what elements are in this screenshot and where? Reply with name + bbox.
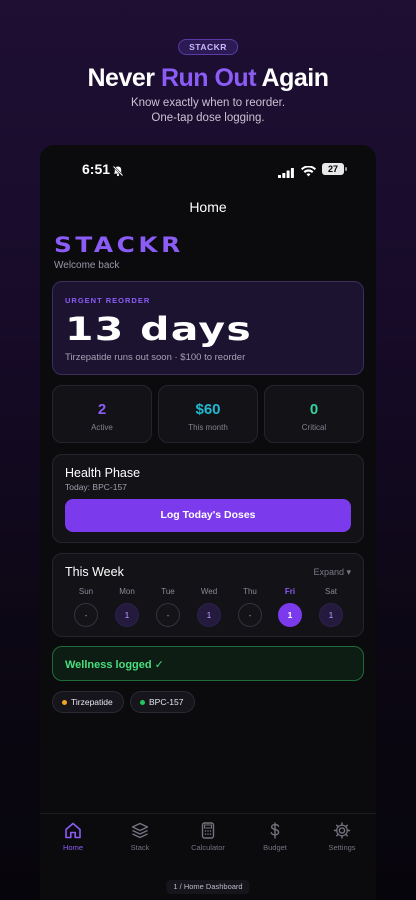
stat-this-month[interactable]: $60 This month xyxy=(158,385,258,443)
bell-slash-icon xyxy=(112,164,124,182)
tab-label: Home xyxy=(62,843,83,852)
stat-value: 0 xyxy=(309,401,319,418)
status-dot xyxy=(62,700,67,705)
day-thu[interactable]: Thu - xyxy=(235,587,265,627)
tab-label: Calculator xyxy=(191,843,225,852)
wellness-banner[interactable]: Wellness logged ✓ xyxy=(52,646,364,681)
tab-stack[interactable]: Stack xyxy=(110,822,170,852)
signal-icon xyxy=(278,165,294,183)
battery-indicator: 27 xyxy=(322,163,344,175)
welcome-text: Welcome back xyxy=(54,260,120,271)
day-name: Fri xyxy=(284,587,296,596)
tab-label: Stack xyxy=(130,843,150,852)
day-dose-count: 1 xyxy=(319,603,343,627)
tab-home[interactable]: Home xyxy=(43,822,103,852)
day-sat[interactable]: Sat 1 xyxy=(316,587,346,627)
gear-icon xyxy=(312,822,372,839)
promo-title: Never Run Out Again xyxy=(0,64,416,93)
day-mon[interactable]: Mon 1 xyxy=(112,587,142,627)
layers-icon xyxy=(110,822,170,839)
promo-subtitle-line2: One-tap dose logging. xyxy=(151,112,265,124)
urgent-reorder-card[interactable]: URGENT REORDER 13 days Tirzepatide runs … xyxy=(52,281,364,375)
chip-bpc-157[interactable]: BPC-157 xyxy=(130,691,195,713)
dollar-icon xyxy=(245,822,305,839)
day-dose-count: 1 xyxy=(278,603,302,627)
calculator-icon xyxy=(178,822,238,839)
day-name: Wed xyxy=(200,587,218,596)
promo-title-accent: Run Out xyxy=(160,64,257,92)
day-dose-count: 1 xyxy=(197,603,221,627)
urgent-subtitle: Tirzepatide runs out soon · $100 to reor… xyxy=(65,352,246,363)
day-name: Sun xyxy=(78,587,94,596)
this-week-card: This Week Expand ▾ Sun - Mon 1 Tue - Wed… xyxy=(52,553,364,637)
stat-label: Critical xyxy=(301,423,327,432)
day-name: Thu xyxy=(243,587,257,596)
phone-screen: 6:51 27 Home STACKR Welcome back URGENT … xyxy=(40,145,376,900)
status-time: 6:51 xyxy=(82,161,111,177)
day-dose-count: - xyxy=(238,603,262,627)
nav-title: Home xyxy=(189,199,227,215)
promo-badge: STACKR xyxy=(178,39,238,55)
week-title: This Week xyxy=(65,565,124,579)
promo-title-part2: Again xyxy=(256,64,329,92)
health-phase-card: Health Phase Today: BPC-157 Log Today's … xyxy=(52,454,364,543)
status-bar: 6:51 27 xyxy=(40,161,376,179)
stat-value: 2 xyxy=(97,401,107,418)
chip-label: BPC-157 xyxy=(149,697,184,707)
tab-label: Settings xyxy=(328,843,356,852)
day-wed[interactable]: Wed 1 xyxy=(194,587,224,627)
status-dot xyxy=(140,700,145,705)
expand-toggle[interactable]: Expand ▾ xyxy=(313,567,351,578)
urgent-days: 13 days xyxy=(65,310,252,348)
wellness-text: Wellness logged ✓ xyxy=(65,659,164,671)
day-dose-count: - xyxy=(74,603,98,627)
promo-subtitle-line1: Know exactly when to reorder. xyxy=(130,97,286,109)
day-name: Sat xyxy=(324,587,337,596)
day-dose-count: 1 xyxy=(115,603,139,627)
stat-value: $60 xyxy=(195,401,221,418)
stat-critical[interactable]: 0 Critical xyxy=(264,385,364,443)
app-brand: STACKR xyxy=(54,233,184,257)
day-dose-count: - xyxy=(156,603,180,627)
screen-caption: 1 / Home Dashboard xyxy=(166,880,250,894)
day-name: Mon xyxy=(119,587,135,596)
day-name: Tue xyxy=(161,587,175,596)
tab-label: Budget xyxy=(263,843,287,852)
tab-bar: Home Stack Calculator Budget Settings xyxy=(40,813,376,863)
stat-label: Active xyxy=(91,423,113,432)
log-doses-button[interactable]: Log Today's Doses xyxy=(65,499,351,532)
day-tue[interactable]: Tue - xyxy=(153,587,183,627)
day-sun[interactable]: Sun - xyxy=(71,587,101,627)
home-icon xyxy=(43,822,103,839)
urgent-label: URGENT REORDER xyxy=(65,296,151,305)
promo-subtitle: Know exactly when to reorder. One-tap do… xyxy=(0,96,416,126)
health-subtitle: Today: BPC-157 xyxy=(65,482,127,492)
chip-label: Tirzepatide xyxy=(71,697,113,707)
tab-calculator[interactable]: Calculator xyxy=(178,822,238,852)
tab-settings[interactable]: Settings xyxy=(312,822,372,852)
tab-budget[interactable]: Budget xyxy=(245,822,305,852)
promo-title-part1: Never xyxy=(87,64,161,92)
stat-label: This month xyxy=(188,423,228,432)
chip-tirzepatide[interactable]: Tirzepatide xyxy=(52,691,124,713)
wifi-icon xyxy=(301,164,316,182)
stat-active[interactable]: 2 Active xyxy=(52,385,152,443)
day-fri[interactable]: Fri 1 xyxy=(275,587,305,627)
battery-nub xyxy=(345,167,347,171)
health-title: Health Phase xyxy=(65,466,141,480)
